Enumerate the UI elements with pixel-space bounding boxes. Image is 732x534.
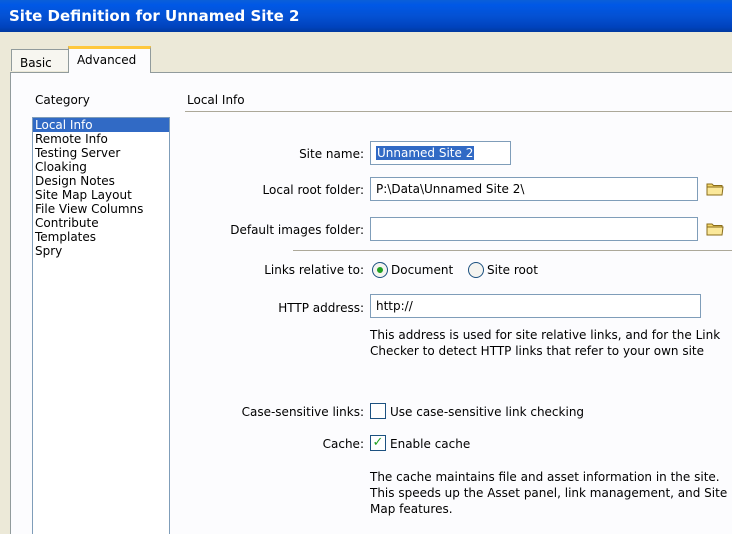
section-divider	[185, 111, 732, 112]
window-title: Site Definition for Unnamed Site 2	[0, 0, 732, 32]
category-item-remote-info[interactable]: Remote Info	[33, 132, 169, 146]
tab-basic[interactable]: Basic	[11, 49, 69, 71]
local-root-label: Local root folder:	[262, 183, 364, 197]
case-sensitive-checkbox-label: Use case-sensitive link checking	[390, 405, 585, 419]
http-address-note: This address is used for site relative l…	[370, 328, 721, 358]
cache-checkbox[interactable]: ✓	[370, 435, 386, 451]
radio-site-root[interactable]	[468, 262, 484, 278]
divider	[293, 250, 732, 251]
site-name-label: Site name:	[299, 147, 364, 161]
category-item-cloaking[interactable]: Cloaking	[33, 160, 169, 174]
site-name-value: Unnamed Site 2	[376, 146, 475, 160]
folder-icon[interactable]	[706, 182, 724, 196]
case-sensitive-checkbox[interactable]	[370, 403, 386, 419]
category-item-file-view-columns[interactable]: File View Columns	[33, 202, 169, 216]
tab-advanced[interactable]: Advanced	[68, 46, 151, 73]
site-name-input[interactable]: Unnamed Site 2	[370, 141, 511, 165]
radio-site-root-label: Site root	[487, 263, 538, 277]
cache-label: Cache:	[322, 437, 364, 451]
case-sensitive-label: Case-sensitive links:	[241, 405, 364, 419]
default-images-label: Default images folder:	[230, 223, 364, 237]
category-item-local-info[interactable]: Local Info	[33, 118, 169, 132]
category-list[interactable]: Local Info Remote Info Testing Server Cl…	[32, 117, 170, 534]
folder-icon[interactable]	[706, 222, 724, 236]
category-label: Category	[35, 93, 90, 107]
advanced-panel: Category Local Info Remote Info Testing …	[10, 72, 732, 534]
links-relative-label: Links relative to:	[264, 263, 364, 277]
cache-checkbox-label: Enable cache	[390, 437, 471, 451]
radio-document-label: Document	[391, 263, 454, 277]
cache-note: The cache maintains file and asset infor…	[370, 470, 728, 516]
local-root-input[interactable]: P:\Data\Unnamed Site 2\	[370, 177, 698, 201]
radio-document[interactable]	[372, 262, 388, 278]
default-images-input[interactable]	[370, 217, 698, 241]
category-item-spry[interactable]: Spry	[33, 244, 169, 258]
http-address-input[interactable]: http://	[370, 294, 701, 318]
http-address-label: HTTP address:	[278, 301, 364, 315]
section-title: Local Info	[187, 93, 245, 107]
